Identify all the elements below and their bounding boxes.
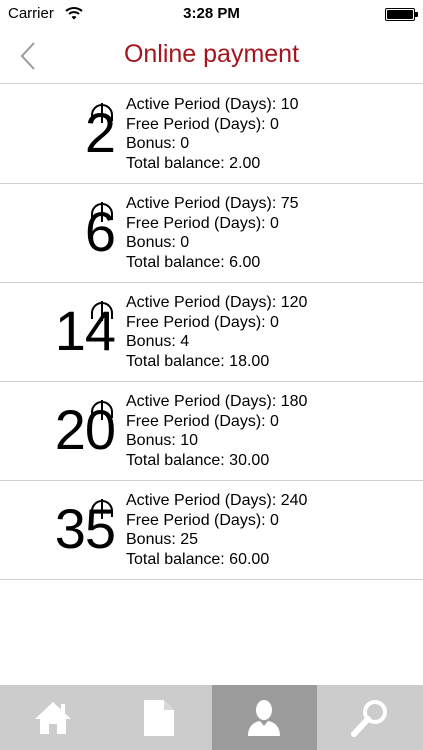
plan-details: Active Period (Days): 120 Free Period (D… (126, 293, 307, 371)
document-icon (143, 699, 174, 736)
free-period-text: Free Period (Days): 0 (126, 511, 279, 529)
bonus-text: Bonus: 4 (126, 333, 190, 351)
total-balance-text: Total balance: 60.00 (126, 550, 270, 568)
home-icon (34, 701, 71, 734)
free-period-text: Free Period (Days): 0 (126, 313, 279, 331)
bonus-text: Bonus: 0 (126, 234, 190, 252)
currency-icon (91, 400, 113, 420)
tab-documents[interactable] (106, 685, 212, 750)
currency-icon (91, 301, 113, 321)
tab-search[interactable] (317, 685, 423, 750)
search-icon (351, 699, 388, 737)
tab-home[interactable] (0, 685, 106, 750)
navigation-bar: Online payment (0, 28, 423, 84)
free-period-text: Free Period (Days): 0 (126, 115, 279, 133)
bonus-text: Bonus: 10 (126, 432, 199, 450)
battery-icon (385, 8, 418, 21)
bonus-text: Bonus: 25 (126, 531, 199, 549)
total-balance-text: Total balance: 2.00 (126, 154, 261, 172)
free-period-text: Free Period (Days): 0 (126, 412, 279, 430)
page-title: Online payment (123, 40, 300, 68)
payment-plan-row[interactable]: 35 Active Period (Days): 240 Free Period… (0, 481, 423, 580)
active-period-text: Active Period (Days): 75 (126, 195, 299, 212)
status-bar: Carrier 3:28 PM (0, 0, 423, 28)
user-icon (248, 699, 281, 736)
active-period-text: Active Period (Days): 240 (126, 492, 308, 509)
plan-details: Active Period (Days): 240 Free Period (D… (126, 491, 307, 569)
plan-details: Active Period (Days): 10 Free Period (Da… (126, 95, 299, 173)
payment-plan-list: 2 Active Period (Days): 10 Free Period (… (0, 85, 423, 580)
payment-plan-row[interactable]: 2 Active Period (Days): 10 Free Period (… (0, 85, 423, 184)
free-period-text: Free Period (Days): 0 (126, 214, 279, 232)
bonus-text: Bonus: 0 (126, 135, 190, 153)
active-period-text: Active Period (Days): 10 (126, 96, 299, 113)
total-balance-text: Total balance: 30.00 (126, 451, 270, 469)
plan-details: Active Period (Days): 180 Free Period (D… (126, 392, 307, 470)
active-period-text: Active Period (Days): 120 (126, 294, 308, 311)
tab-profile[interactable] (211, 685, 318, 750)
tab-bar (0, 685, 423, 750)
active-period-text: Active Period (Days): 180 (126, 393, 308, 410)
total-balance-text: Total balance: 18.00 (126, 352, 270, 370)
currency-icon (91, 202, 113, 222)
plan-details: Active Period (Days): 75 Free Period (Da… (126, 194, 299, 272)
status-time: 3:28 PM (183, 5, 240, 22)
currency-icon (91, 103, 113, 123)
payment-plan-row[interactable]: 14 Active Period (Days): 120 Free Period… (0, 283, 423, 382)
payment-plan-row[interactable]: 6 Active Period (Days): 75 Free Period (… (0, 184, 423, 283)
total-balance-text: Total balance: 6.00 (126, 253, 261, 271)
currency-icon (91, 499, 113, 519)
payment-plan-row[interactable]: 20 Active Period (Days): 180 Free Period… (0, 382, 423, 481)
